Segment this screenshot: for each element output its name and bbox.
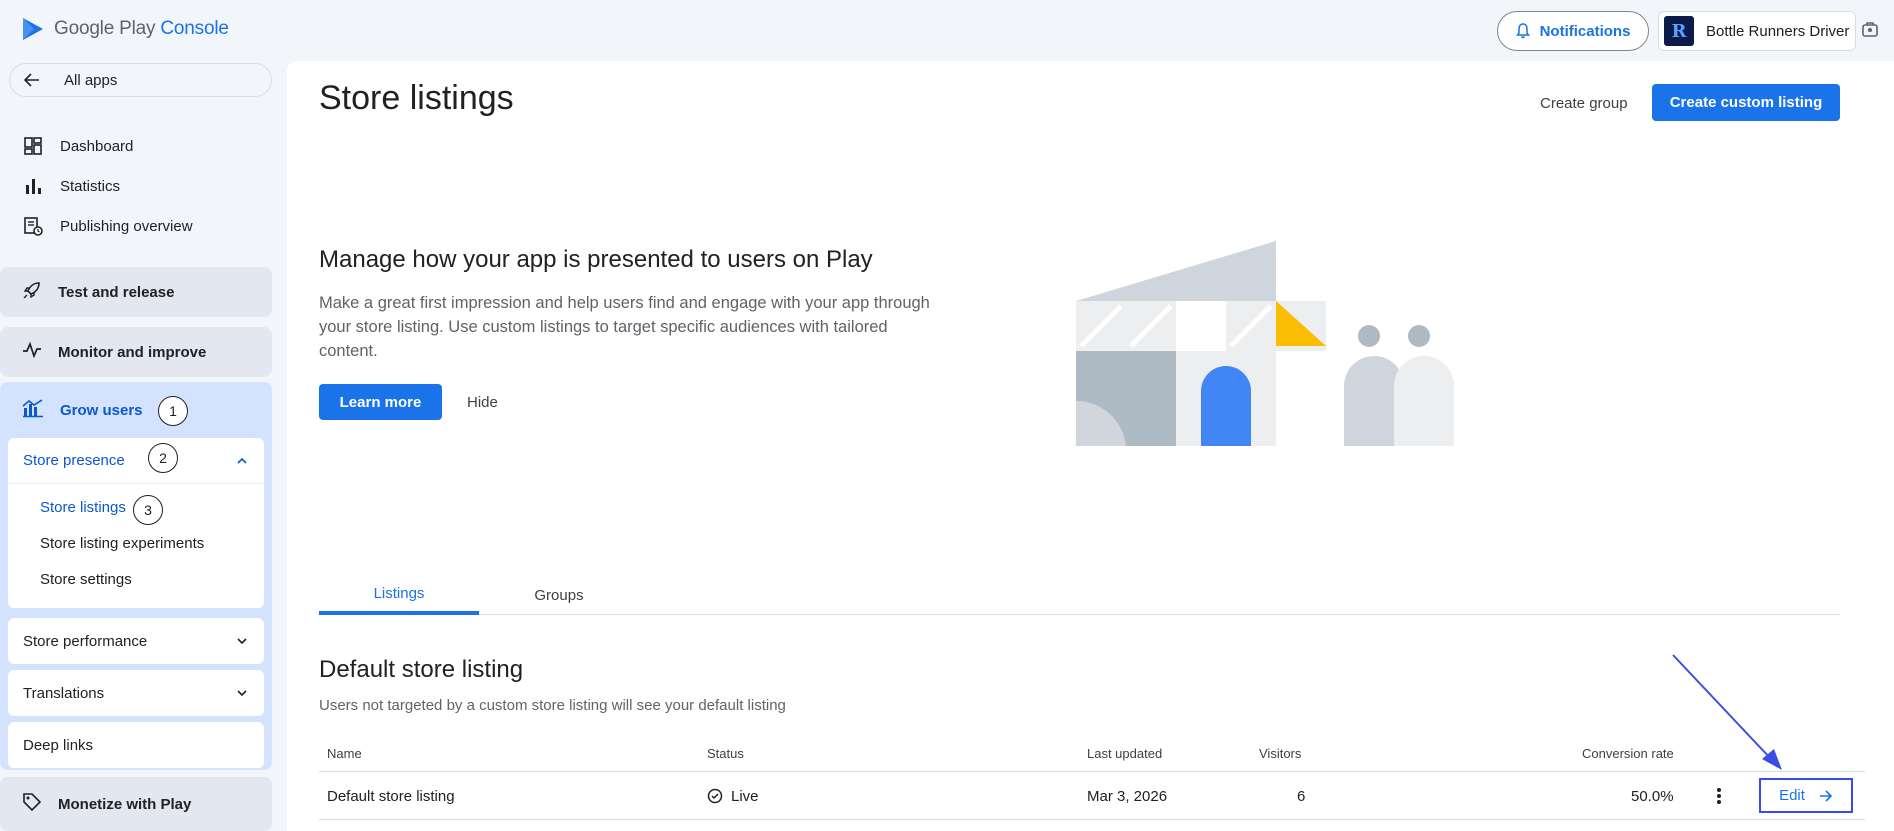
annotation-badge-3: 3 (133, 495, 163, 525)
status-label: Live (731, 787, 759, 805)
chevron-up-icon (237, 457, 247, 464)
sidebar-section-test-and-release[interactable]: Test and release (0, 267, 272, 317)
check-circle-icon (707, 788, 723, 804)
cell-listing-name[interactable]: Default store listing (327, 773, 455, 819)
column-header-name[interactable]: Name (327, 735, 362, 771)
cell-conversion-rate: 50.0% (1631, 787, 1674, 805)
column-header-last-updated[interactable]: Last updated (1087, 735, 1162, 771)
deep-links-header[interactable]: Deep links (8, 722, 264, 768)
more-options-icon[interactable] (1709, 773, 1729, 819)
tab-groups[interactable]: Groups (479, 575, 639, 615)
deep-links-label: Deep links (23, 736, 94, 754)
developer-account-icon[interactable] (1859, 18, 1881, 40)
hide-button[interactable]: Hide (467, 384, 498, 420)
arrow-back-icon (24, 73, 39, 87)
sidebar-link-store-settings[interactable]: Store settings (8, 562, 264, 598)
notifications-label: Notifications (1539, 22, 1631, 40)
chevron-down-icon (237, 690, 247, 697)
store-performance-label: Store performance (23, 632, 148, 650)
arrow-forward-icon (1819, 789, 1833, 802)
annotation-badge-1: 1 (158, 396, 188, 426)
bar-chart-icon (22, 175, 44, 197)
translations-header[interactable]: Translations (8, 670, 264, 716)
cell-visitors: 6 (1297, 787, 1306, 805)
grow-users-label: Grow users (60, 401, 143, 419)
tab-listings[interactable]: Listings (319, 575, 479, 615)
column-header-status[interactable]: Status (707, 735, 744, 771)
deep-links-group[interactable]: Deep links (8, 722, 264, 768)
page-title: Store listings (319, 79, 514, 117)
annotation-arrow (1672, 654, 1782, 770)
section-subtitle: Users not targeted by a custom store lis… (319, 697, 786, 714)
sidebar-item-statistics[interactable]: Statistics (0, 166, 272, 206)
table-divider (319, 771, 1865, 772)
tag-icon (22, 792, 42, 816)
promo-description: Make a great first impression and help u… (319, 294, 930, 360)
translations-label: Translations (23, 684, 105, 702)
column-header-visitors[interactable]: Visitors (1259, 735, 1301, 771)
logo-text: Google Play Console (54, 18, 229, 39)
store-presence-group: Store presence Store listings Store list… (8, 438, 264, 608)
annotation-badge-2: 2 (148, 443, 178, 473)
row-divider (319, 819, 1865, 820)
sidebar-section-monitor-and-improve[interactable]: Monitor and improve (0, 327, 272, 377)
pulse-icon (22, 340, 42, 364)
sidebar-section-monetize[interactable]: Monetize with Play (0, 777, 272, 831)
app-avatar: R (1664, 16, 1694, 46)
all-apps-button[interactable]: All apps (9, 63, 272, 97)
sidebar-section-grow-users: Grow users Store presence Store listings… (0, 382, 272, 770)
rocket-icon (22, 280, 42, 304)
sidebar-item-publishing-overview[interactable]: Publishing overview (0, 206, 272, 246)
cell-status: Live (707, 773, 759, 819)
store-presence-label: Store presence (23, 452, 125, 469)
edit-label: Edit (1779, 787, 1805, 804)
all-apps-label: All apps (64, 71, 118, 89)
sidebar-section-label: Test and release (58, 283, 175, 301)
play-console-logo[interactable]: Google Play Console (20, 16, 229, 42)
edit-button[interactable]: Edit (1759, 778, 1853, 813)
sidebar-section-label: Monitor and improve (58, 343, 207, 361)
learn-more-button[interactable]: Learn more (319, 384, 442, 420)
app-switcher[interactable]: R Bottle Runners Driver (1658, 11, 1856, 51)
chevron-down-icon (237, 638, 247, 645)
sidebar-link-store-listing-experiments[interactable]: Store listing experiments (8, 526, 264, 562)
store-illustration (1076, 241, 1454, 446)
grow-users-icon (22, 398, 44, 422)
main-content: Store listings Create group Create custo… (287, 61, 1894, 831)
notifications-button[interactable]: Notifications (1497, 11, 1649, 51)
app-name: Bottle Runners Driver (1706, 22, 1850, 40)
sidebar-item-label: Statistics (60, 177, 121, 195)
store-performance-header[interactable]: Store performance (8, 618, 264, 664)
top-bar: Google Play Console Notifications R Bott… (0, 0, 1894, 60)
dashboard-icon (22, 135, 44, 157)
publishing-icon (22, 215, 44, 237)
translations-group[interactable]: Translations (8, 670, 264, 716)
sidebar-item-dashboard[interactable]: Dashboard (0, 126, 272, 166)
create-group-button[interactable]: Create group (1540, 85, 1628, 121)
bell-icon (1515, 23, 1530, 39)
sidebar-section-label: Monetize with Play (58, 795, 192, 813)
promo-title: Manage how your app is presented to user… (319, 246, 873, 273)
play-logo-icon (23, 18, 43, 40)
section-title: Default store listing (319, 656, 524, 683)
store-performance-group[interactable]: Store performance (8, 618, 264, 664)
create-custom-listing-button[interactable]: Create custom listing (1652, 84, 1840, 121)
store-presence-header[interactable]: Store presence (8, 438, 264, 484)
listing-tabs: Listings Groups (319, 575, 1840, 615)
grow-users-header[interactable]: Grow users (0, 382, 272, 438)
sidebar-item-label: Publishing overview (60, 217, 193, 235)
cell-last-updated: Mar 3, 2026 (1087, 787, 1168, 805)
sidebar-item-label: Dashboard (60, 137, 134, 155)
